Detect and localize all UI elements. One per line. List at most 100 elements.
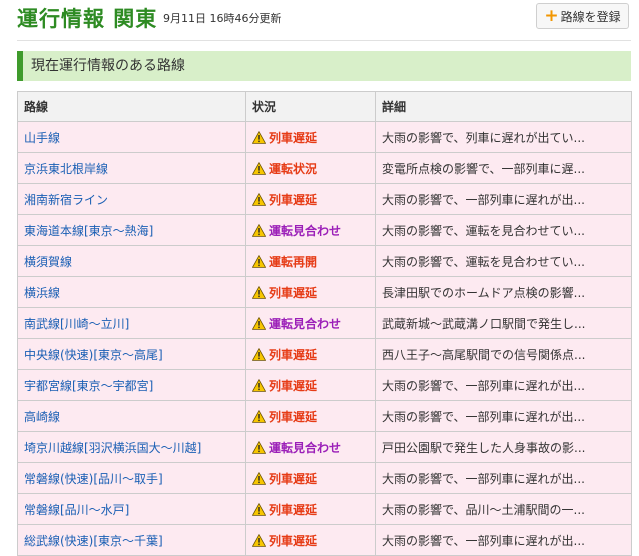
route-link[interactable]: 埼京川越線[羽沢横浜国大～川越] — [24, 441, 201, 455]
status-cell: 運転見合わせ — [245, 307, 376, 339]
table-row: 中央線(快速)[東京～高尾] 列車遅延 西八王子～高尾駅間での信号関係点... — [17, 338, 632, 370]
detail-cell: 大雨の影響で、運転を見合わせてい... — [375, 245, 632, 277]
route-link[interactable]: 南武線[川崎～立川] — [24, 317, 129, 331]
column-header-detail: 詳細 — [375, 91, 632, 122]
warning-icon — [252, 130, 266, 144]
table-row: 埼京川越線[羽沢横浜国大～川越] 運転見合わせ 戸田公園駅で発生した人身事故の影..… — [17, 431, 632, 463]
warning-icon — [252, 161, 266, 175]
status-label: 運転再開 — [269, 254, 318, 269]
warning-icon — [252, 285, 266, 299]
status-label: 列車遅延 — [269, 130, 318, 145]
route-cell: 横浜線 — [17, 276, 246, 308]
page-title: 運行情報 関東 — [17, 7, 158, 31]
warning-icon — [252, 223, 266, 237]
status-label: 列車遅延 — [269, 471, 318, 486]
route-cell: 常磐線[品川～水戸] — [17, 493, 246, 525]
route-link[interactable]: 常磐線[品川～水戸] — [24, 503, 129, 517]
route-cell: 宇都宮線[東京～宇都宮] — [17, 369, 246, 401]
table-row: 山手線 列車遅延 大雨の影響で、列車に遅れが出てい... — [17, 121, 632, 153]
status-cell: 列車遅延 — [245, 276, 376, 308]
detail-cell: 戸田公園駅で発生した人身事故の影... — [375, 431, 632, 463]
detail-cell: 大雨の影響で、一部列車に遅れが出... — [375, 400, 632, 432]
route-link[interactable]: 東海道本線[東京～熱海] — [24, 224, 153, 238]
column-header-route: 路線 — [17, 91, 246, 122]
warning-icon — [252, 378, 266, 392]
status-cell: 列車遅延 — [245, 462, 376, 494]
status-cell: 列車遅延 — [245, 493, 376, 525]
route-link[interactable]: 京浜東北根岸線 — [24, 162, 108, 176]
route-link[interactable]: 宇都宮線[東京～宇都宮] — [24, 379, 153, 393]
route-cell: 東海道本線[東京～熱海] — [17, 214, 246, 246]
status-cell: 列車遅延 — [245, 121, 376, 153]
warning-icon — [252, 533, 266, 547]
table-row: 横須賀線 運転再開 大雨の影響で、運転を見合わせてい... — [17, 245, 632, 277]
status-cell: 列車遅延 — [245, 338, 376, 370]
route-link[interactable]: 常磐線(快速)[品川～取手] — [24, 472, 163, 486]
route-cell: 京浜東北根岸線 — [17, 152, 246, 184]
warning-icon — [252, 502, 266, 516]
table-row: 湘南新宿ライン 列車遅延 大雨の影響で、一部列車に遅れが出... — [17, 183, 632, 215]
table-row: 横浜線 列車遅延 長津田駅でのホームドア点検の影響... — [17, 276, 632, 308]
status-label: 運転見合わせ — [269, 223, 342, 238]
route-link[interactable]: 中央線(快速)[東京～高尾] — [24, 348, 163, 362]
detail-cell: 大雨の影響で、一部列車に遅れが出... — [375, 369, 632, 401]
route-link[interactable]: 総武線(快速)[東京～千葉] — [24, 534, 163, 548]
warning-icon — [252, 471, 266, 485]
detail-cell: 長津田駅でのホームドア点検の影響... — [375, 276, 632, 308]
route-cell: 湘南新宿ライン — [17, 183, 246, 215]
status-cell: 列車遅延 — [245, 369, 376, 401]
detail-cell: 大雨の影響で、列車に遅れが出てい... — [375, 121, 632, 153]
detail-cell: 武蔵新城～武蔵溝ノ口駅間で発生し... — [375, 307, 632, 339]
route-cell: 中央線(快速)[東京～高尾] — [17, 338, 246, 370]
table-row: 常磐線(快速)[品川～取手] 列車遅延 大雨の影響で、一部列車に遅れが出... — [17, 462, 632, 494]
route-link[interactable]: 横須賀線 — [24, 255, 72, 269]
register-route-button[interactable]: + 路線を登録 — [536, 3, 629, 29]
warning-icon — [252, 440, 266, 454]
status-table: 路線 状況 詳細 山手線 列車遅延 大雨の影響で、列車に遅れが出てい... 京浜東北根… — [17, 91, 632, 556]
detail-cell: 大雨の影響で、一部列車に遅れが出... — [375, 462, 632, 494]
status-label: 列車遅延 — [269, 378, 318, 393]
route-link[interactable]: 高崎線 — [24, 410, 60, 424]
status-label: 運転状況 — [269, 161, 318, 176]
route-cell: 埼京川越線[羽沢横浜国大～川越] — [17, 431, 246, 463]
status-label: 列車遅延 — [269, 347, 318, 362]
route-cell: 山手線 — [17, 121, 246, 153]
status-cell: 運転再開 — [245, 245, 376, 277]
detail-cell: 大雨の影響で、一部列車に遅れが出... — [375, 183, 632, 215]
route-link[interactable]: 横浜線 — [24, 286, 60, 300]
updated-timestamp: 9月11日 16時46分更新 — [163, 12, 282, 25]
warning-icon — [252, 316, 266, 330]
table-header-row: 路線 状況 詳細 — [17, 91, 632, 122]
status-label: 列車遅延 — [269, 192, 318, 207]
table-row: 宇都宮線[東京～宇都宮] 列車遅延 大雨の影響で、一部列車に遅れが出... — [17, 369, 632, 401]
route-link[interactable]: 山手線 — [24, 131, 60, 145]
status-label: 列車遅延 — [269, 285, 318, 300]
status-label: 運転見合わせ — [269, 316, 342, 331]
header-divider — [17, 40, 631, 41]
table-row: 高崎線 列車遅延 大雨の影響で、一部列車に遅れが出... — [17, 400, 632, 432]
detail-cell: 西八王子～高尾駅間での信号関係点... — [375, 338, 632, 370]
table-row: 総武線(快速)[東京～千葉] 列車遅延 大雨の影響で、一部列車に遅れが出... — [17, 524, 632, 556]
status-label: 列車遅延 — [269, 502, 318, 517]
detail-cell: 大雨の影響で、運転を見合わせてい... — [375, 214, 632, 246]
table-row: 常磐線[品川～水戸] 列車遅延 大雨の影響で、品川～土浦駅間の一... — [17, 493, 632, 525]
status-label: 列車遅延 — [269, 533, 318, 548]
page-header: 運行情報 関東 9月11日 16時46分更新 + 路線を登録 — [0, 0, 639, 40]
status-label: 運転見合わせ — [269, 440, 342, 455]
status-cell: 列車遅延 — [245, 183, 376, 215]
route-link[interactable]: 湘南新宿ライン — [24, 193, 108, 207]
route-cell: 横須賀線 — [17, 245, 246, 277]
warning-icon — [252, 347, 266, 361]
table-row: 南武線[川崎～立川] 運転見合わせ 武蔵新城～武蔵溝ノ口駅間で発生し... — [17, 307, 632, 339]
plus-icon: + — [544, 5, 559, 26]
warning-icon — [252, 192, 266, 206]
status-cell: 列車遅延 — [245, 524, 376, 556]
warning-icon — [252, 409, 266, 423]
table-row: 東海道本線[東京～熱海] 運転見合わせ 大雨の影響で、運転を見合わせてい... — [17, 214, 632, 246]
detail-cell: 大雨の影響で、品川～土浦駅間の一... — [375, 493, 632, 525]
status-cell: 列車遅延 — [245, 400, 376, 432]
status-cell: 運転見合わせ — [245, 214, 376, 246]
section-heading: 現在運行情報のある路線 — [17, 51, 631, 81]
route-cell: 総武線(快速)[東京～千葉] — [17, 524, 246, 556]
detail-cell: 変電所点検の影響で、一部列車に遅... — [375, 152, 632, 184]
